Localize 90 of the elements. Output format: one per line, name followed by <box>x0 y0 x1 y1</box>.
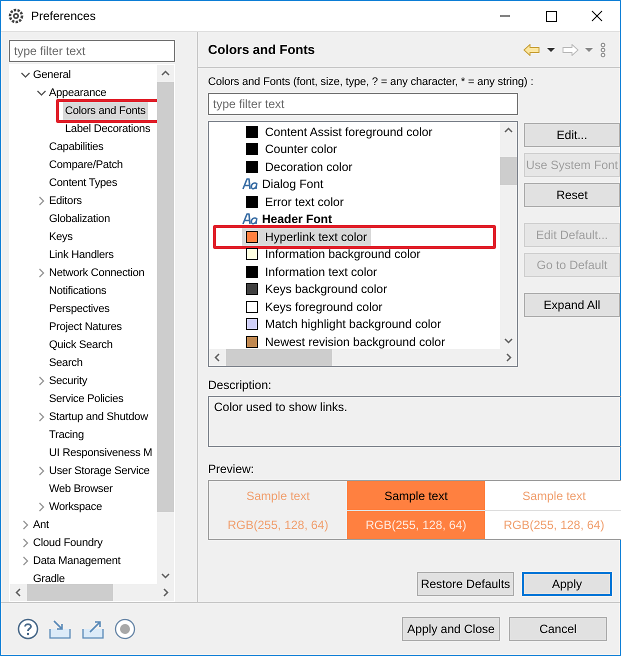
list-item[interactable]: Information text color <box>242 263 382 280</box>
tree-item[interactable]: Link Handlers <box>47 246 116 264</box>
action-button[interactable]: Edit... <box>524 123 620 147</box>
tree-item[interactable]: Perspectives <box>47 300 112 318</box>
list-item-label: Decoration color <box>265 160 352 174</box>
scroll-thumb[interactable] <box>226 349 332 366</box>
tree-item[interactable]: Notifications <box>47 282 108 300</box>
filter-label: Colors and Fonts (font, size, type, ? = any character, * = any string) : <box>208 76 534 88</box>
tree-item[interactable]: Globalization <box>47 210 112 228</box>
tree-item[interactable]: Service Policies <box>47 390 126 408</box>
tree-item[interactable]: Project Natures <box>47 318 124 336</box>
tree-item[interactable]: Editors <box>47 192 84 210</box>
record-icon[interactable] <box>114 618 136 640</box>
help-icon[interactable] <box>17 618 39 640</box>
list-item-label: Hyperlink text color <box>265 230 368 244</box>
tree-item[interactable]: General <box>31 66 73 84</box>
list-item-label: Content Assist foreground color <box>265 124 432 139</box>
description-text: Color used to show links. <box>208 396 621 447</box>
list-item-label: Keys background color <box>265 282 388 296</box>
tree-item[interactable]: Colors and Fonts <box>63 102 148 120</box>
action-button[interactable]: Apply <box>522 572 612 596</box>
list-item[interactable]: Newest revision background color <box>242 333 450 349</box>
tree-item[interactable]: Label Decorations <box>63 120 152 138</box>
vertical-scrollbar[interactable] <box>500 122 517 349</box>
gear-icon <box>8 8 24 24</box>
description-label: Description: <box>208 378 272 392</box>
tree-item[interactable]: Keys <box>47 228 75 246</box>
tree-item[interactable]: User Storage Service <box>47 462 152 480</box>
action-button[interactable]: Reset <box>524 183 620 207</box>
list-item-label: Counter color <box>265 142 338 156</box>
tree-item[interactable]: Web Browser <box>47 480 115 498</box>
list-item-label: Header Font <box>262 212 332 226</box>
tree-item[interactable]: Content Types <box>47 174 120 192</box>
tree-item[interactable]: Network Connection <box>47 264 146 282</box>
list-item-label: Match highlight background color <box>265 317 442 332</box>
vertical-scrollbar[interactable] <box>157 65 174 584</box>
page-title: Colors and Fonts <box>208 42 316 57</box>
scroll-thumb[interactable] <box>157 82 174 512</box>
list-item[interactable]: Dialog Font <box>242 176 328 193</box>
tree-item[interactable]: Startup and Shutdow <box>47 408 150 426</box>
tree-item[interactable]: Workspace <box>47 498 104 516</box>
scroll-thumb[interactable] <box>27 584 113 601</box>
action-button[interactable]: Expand All <box>524 293 620 317</box>
tree-item[interactable]: Cloud Foundry <box>31 534 105 552</box>
list-item[interactable]: Error text color <box>242 193 348 210</box>
tree-item[interactable]: Search <box>47 354 85 372</box>
action-button[interactable]: Restore Defaults <box>417 572 514 596</box>
export-icon[interactable] <box>81 618 105 640</box>
list-item-label: Newest revision background color <box>265 334 446 349</box>
filter-field[interactable]: type filter text <box>9 40 175 62</box>
list-item[interactable]: Match highlight background color <box>242 316 446 333</box>
list-item-label: Keys foreground color <box>265 300 382 314</box>
list-item[interactable]: Information background color <box>242 246 424 263</box>
tree-item[interactable]: Compare/Patch <box>47 156 125 174</box>
font-icon <box>242 213 258 226</box>
import-icon[interactable] <box>48 618 72 640</box>
tree-item[interactable]: Ant <box>31 516 51 534</box>
list-item[interactable]: Keys foreground color <box>242 298 386 316</box>
list-item[interactable]: Decoration color <box>242 158 356 176</box>
window-title: Preferences <box>31 9 97 23</box>
preview-label: Preview: <box>208 462 256 476</box>
sample-text: Sample text <box>347 481 485 510</box>
sample-value: RGB(255, 128, 64) <box>485 510 621 539</box>
scroll-thumb[interactable] <box>500 157 517 185</box>
tree-item[interactable]: Tracing <box>47 426 86 444</box>
list-item[interactable]: Keys background color <box>242 280 392 298</box>
list-item[interactable]: Counter color <box>242 140 342 158</box>
tree-item[interactable]: Appearance <box>47 84 108 102</box>
list-item-label: Dialog Font <box>262 177 324 192</box>
horizontal-scrollbar[interactable] <box>10 584 174 601</box>
tree-item[interactable]: Capabilities <box>47 138 106 156</box>
list-item[interactable]: Hyperlink text color <box>242 228 372 246</box>
list-item-label: Error text color <box>265 194 344 209</box>
list-item-label: Information background color <box>265 247 420 262</box>
dialog-button[interactable]: Cancel <box>509 617 607 641</box>
tree-item[interactable]: Security <box>47 372 90 390</box>
more-menu-icon[interactable] <box>598 42 608 58</box>
horizontal-scrollbar[interactable] <box>209 349 517 366</box>
sample-value: RGB(255, 128, 64) <box>347 510 485 539</box>
sample-text: Sample text <box>485 481 621 510</box>
tree-item[interactable]: UI Responsiveness M <box>47 444 154 462</box>
list-item-label: Information text color <box>265 264 378 279</box>
list-item[interactable]: Content Assist foreground color <box>242 123 436 140</box>
tree-item[interactable]: Quick Search <box>47 336 115 354</box>
dialog-button[interactable]: Apply and Close <box>402 617 500 641</box>
font-icon <box>242 178 258 190</box>
list-item[interactable]: Header Font <box>242 210 336 228</box>
filter-field[interactable]: type filter text <box>208 93 518 115</box>
tree-item[interactable]: Gradle <box>31 570 67 584</box>
tree-item[interactable]: Data Management <box>31 552 122 570</box>
